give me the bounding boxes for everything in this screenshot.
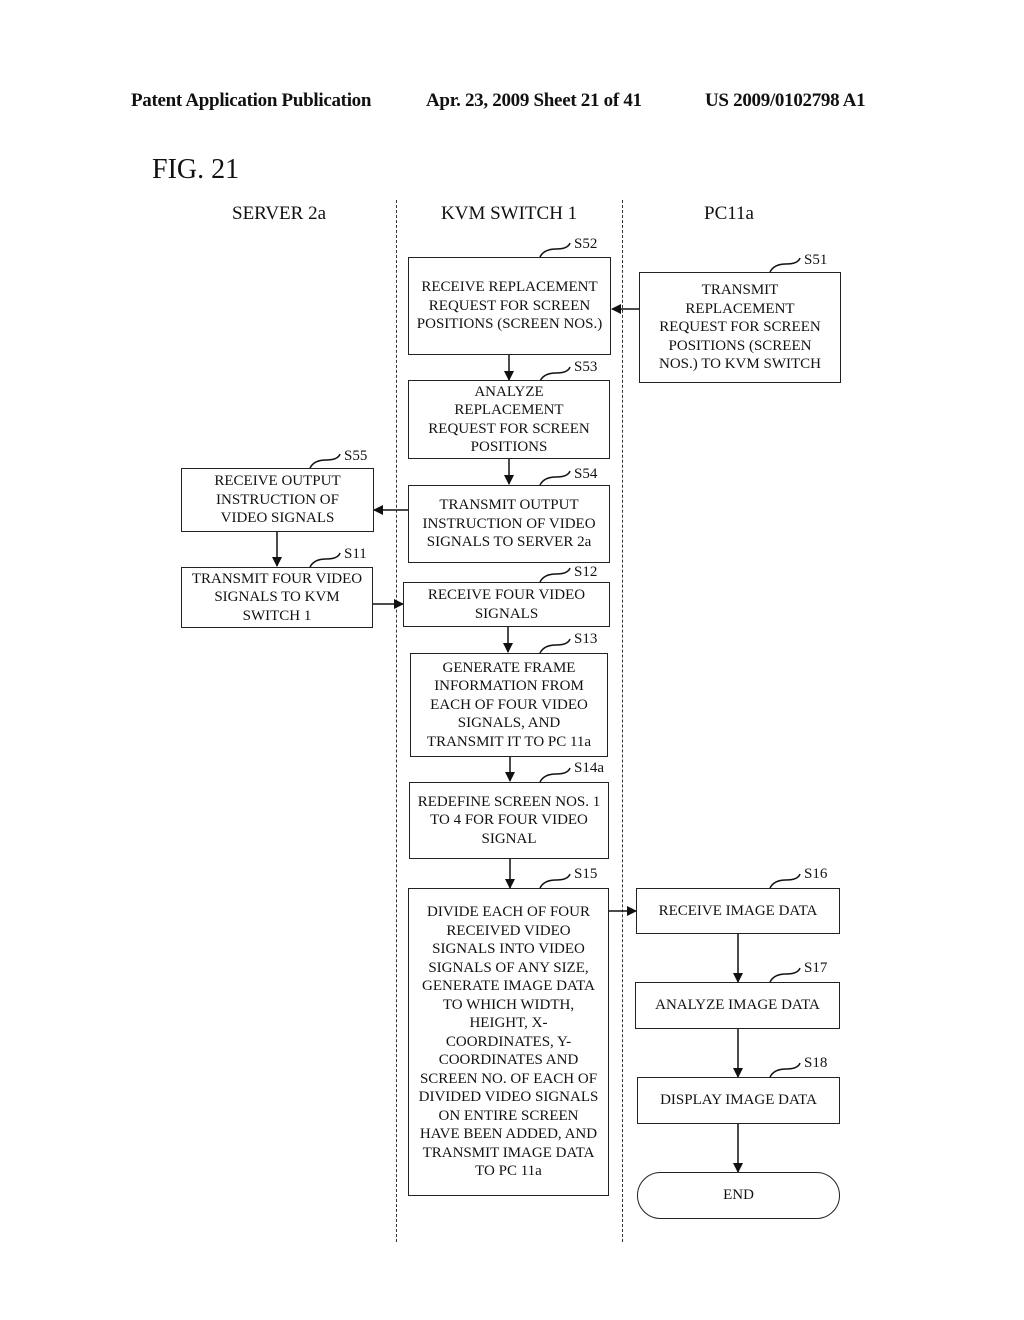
leader-s12 <box>539 567 571 583</box>
leader-s13 <box>539 638 571 654</box>
step-box-s51: TRANSMIT REPLACEMENT REQUEST FOR SCREEN … <box>639 272 841 383</box>
step-box-s17: ANALYZE IMAGE DATA <box>635 982 840 1029</box>
step-box-s52: RECEIVE REPLACEMENT REQUEST FOR SCREEN P… <box>408 257 611 355</box>
step-box-s53: ANALYZE REPLACEMENT REQUEST FOR SCREEN P… <box>408 380 610 459</box>
step-label-s17: S17 <box>804 960 828 976</box>
leader-s52 <box>539 242 571 258</box>
step-label-s18: S18 <box>804 1055 828 1071</box>
step-label-s15: S15 <box>574 866 598 882</box>
step-box-s15: DIVIDE EACH OF FOUR RECEIVED VIDEO SIGNA… <box>408 888 609 1196</box>
step-box-s55: RECEIVE OUTPUT INSTRUCTION OF VIDEO SIGN… <box>181 468 374 532</box>
step-label-s13: S13 <box>574 631 598 647</box>
step-box-s13: GENERATE FRAME INFORMATION FROM EACH OF … <box>410 653 608 757</box>
leader-s14a <box>539 767 571 783</box>
step-box-s12: RECEIVE FOUR VIDEO SIGNALS <box>403 582 610 627</box>
step-label-s53: S53 <box>574 359 598 375</box>
step-label-s51: S51 <box>804 252 828 268</box>
leader-s51 <box>769 257 801 273</box>
leader-s15 <box>539 873 571 889</box>
step-label-s55: S55 <box>344 448 368 464</box>
step-label-s52: S52 <box>574 236 598 252</box>
leader-s16 <box>769 873 801 889</box>
leader-s11 <box>309 552 341 568</box>
step-label-s54: S54 <box>574 466 598 482</box>
terminator-end: END <box>637 1172 840 1219</box>
step-box-s16: RECEIVE IMAGE DATA <box>636 888 840 934</box>
step-box-s54: TRANSMIT OUTPUT INSTRUCTION OF VIDEO SIG… <box>408 485 610 563</box>
leader-s17 <box>769 967 801 983</box>
step-box-s14a: REDEFINE SCREEN NOS. 1 TO 4 FOR FOUR VID… <box>409 782 609 859</box>
step-label-s12: S12 <box>574 564 598 580</box>
leader-s55 <box>309 453 341 469</box>
step-box-s18: DISPLAY IMAGE DATA <box>637 1077 840 1124</box>
step-label-s14a: S14a <box>574 760 604 776</box>
leader-s18 <box>769 1062 801 1078</box>
leader-s53 <box>539 366 571 382</box>
step-label-s11: S11 <box>344 546 367 562</box>
step-label-s16: S16 <box>804 866 828 882</box>
leader-s54 <box>539 470 571 486</box>
step-box-s11: TRANSMIT FOUR VIDEO SIGNALS TO KVM SWITC… <box>181 567 373 628</box>
